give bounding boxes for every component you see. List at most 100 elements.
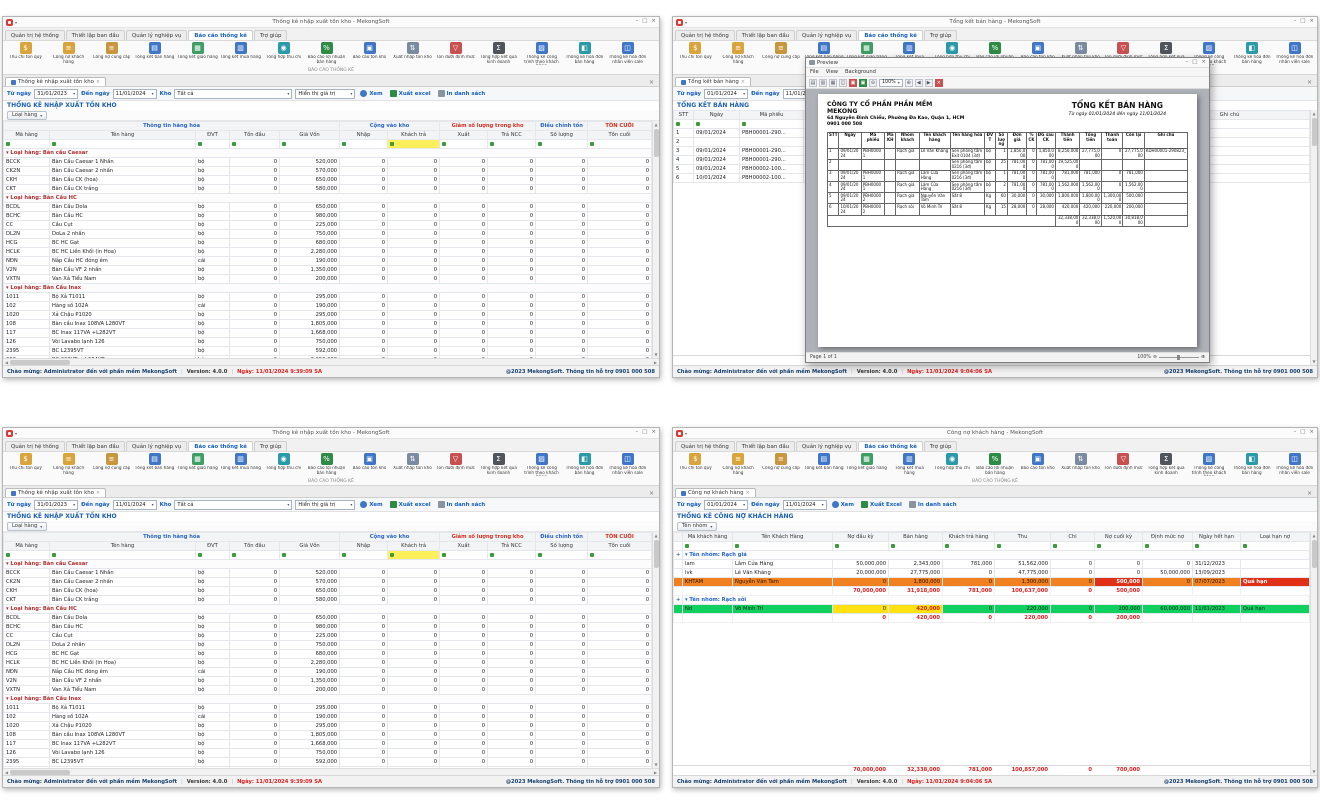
- filter-cell[interactable]: [440, 140, 488, 149]
- filter-cell[interactable]: [388, 140, 440, 149]
- toolbar-button[interactable]: ≡Công nợ cung cấp: [91, 42, 132, 68]
- column-header[interactable]: Tồn cuối: [588, 131, 652, 140]
- toolbar-button[interactable]: $Thu chi tồn quỹ: [675, 453, 716, 479]
- title-bar[interactable]: ▾ Thống kê nhập xuất tồn kho - MekongSof…: [3, 428, 659, 439]
- tabbar-close-icon[interactable]: ×: [1304, 490, 1315, 497]
- column-header[interactable]: Tên hàng: [50, 542, 196, 551]
- toolbar-button[interactable]: ▣Báo cáo tồn kho: [349, 453, 390, 479]
- minimize-button[interactable]: –: [1185, 60, 1188, 66]
- scroll-thumb[interactable]: [10, 770, 70, 775]
- group-row[interactable]: ▾ Loại hàng: Bàn Cầu Inax: [4, 284, 652, 293]
- export-excel-button[interactable]: Xuất Excel: [859, 501, 904, 508]
- table-row[interactable]: NĐNNắp Cầu HC đóng êmcái0190,000000000: [4, 668, 652, 677]
- menu-tab-2[interactable]: Thiết lập ban đầu: [66, 30, 125, 40]
- tab-close-icon[interactable]: ×: [746, 490, 750, 496]
- menu-tab-4[interactable]: Báo cáo thống kê: [858, 30, 923, 40]
- column-header[interactable]: Nợ cuối kỳ: [1095, 533, 1143, 542]
- menu-tab-4[interactable]: Báo cáo thống kê: [188, 30, 253, 40]
- first-page-icon[interactable]: ◀: [915, 79, 923, 87]
- group-row[interactable]: ▾ Tên nhóm: Rạch sỏi: [683, 596, 1310, 605]
- table-row[interactable]: DL2NDoLa 2 nhấnbộ0750,000000000: [4, 230, 652, 239]
- close-button[interactable]: ×: [1201, 60, 1206, 66]
- titlebar-caret-icon[interactable]: ▾: [685, 431, 687, 436]
- toolbar-button[interactable]: ≡Công nợ cung cấp: [761, 453, 802, 479]
- table-row[interactable]: NdVõ Minh Trí0420,0000220,0000200,00060,…: [674, 605, 1310, 614]
- toolbar-button[interactable]: ◧Thống kê hóa đơn bán hàng: [1231, 42, 1272, 68]
- toolbar-button[interactable]: ◫Thống kê hóa đơn nhân viên sale: [1274, 453, 1315, 479]
- toolbar-button[interactable]: ▣Báo cáo tồn kho: [349, 42, 390, 68]
- column-header[interactable]: Tồn đầu: [230, 131, 280, 140]
- toolbar-button[interactable]: $Thu chi tồn quỹ: [5, 453, 46, 479]
- table-row[interactable]: 102Hàng số 102Acái0190,000000000: [4, 302, 652, 311]
- filter-cell[interactable]: [1051, 542, 1095, 551]
- toolbar-button[interactable]: ▨Thống kê công trình theo khách hàng: [521, 453, 562, 479]
- title-bar[interactable]: ▾ Tổng kết bán hàng - MekongSoft – □ ×: [673, 17, 1317, 28]
- titlebar-caret-icon[interactable]: ▾: [685, 20, 687, 25]
- toolbar-button[interactable]: $Thu chi tồn quỹ: [5, 42, 46, 68]
- scroll-thumb[interactable]: [1312, 118, 1317, 146]
- table-row[interactable]: 126Vòi Lavabo lạnh 126bộ0750,000000000: [4, 749, 652, 758]
- maximize-button[interactable]: □: [642, 430, 647, 436]
- toolbar-button[interactable]: ΣTổng hợp kết quả kinh doanh: [478, 42, 519, 68]
- table-row[interactable]: 108Bàn cầu Inax 108VA L280VTbộ01,805,000…: [4, 731, 652, 740]
- scroll-right-icon[interactable]: ▶: [654, 770, 657, 775]
- document-tab[interactable]: Thống kê nhập xuất tồn kho ×: [5, 77, 106, 86]
- toolbar-button[interactable]: ▨Thống kê công trình theo khách hàng: [1189, 453, 1230, 479]
- column-header[interactable]: Nhập: [340, 131, 388, 140]
- minimize-button[interactable]: –: [1293, 430, 1296, 436]
- toolbar-button[interactable]: ΣTổng hợp kết quả kinh doanh: [478, 453, 519, 479]
- filter-cell[interactable]: [196, 140, 230, 149]
- filter-cell[interactable]: [50, 551, 196, 560]
- scale-icon[interactable]: ◫: [839, 79, 847, 87]
- table-row[interactable]: 2395BC L2395VTbộ0592,000000000: [4, 347, 652, 356]
- column-header[interactable]: Mã khách hàng: [683, 533, 733, 542]
- horizontal-scrollbar[interactable]: ◀▶: [3, 358, 659, 365]
- column-header[interactable]: Tên Khách Hàng: [733, 533, 833, 542]
- next-page-icon[interactable]: ▶: [925, 79, 933, 87]
- scroll-down-icon[interactable]: ▼: [654, 352, 657, 358]
- export-pdf-icon[interactable]: ▣: [849, 79, 857, 87]
- menu-tab-5[interactable]: Trợ giúp: [924, 441, 958, 451]
- group-row[interactable]: ▾ Loại hàng: Bàn Cầu HC: [4, 605, 652, 614]
- toolbar-button[interactable]: ▦Tổng kết giao hàng: [177, 453, 218, 479]
- zoom-in-icon[interactable]: ⊕: [1201, 355, 1205, 360]
- maximize-button[interactable]: □: [642, 19, 647, 25]
- table-row[interactable]: BCCKBàn Cầu Caesar 1 Nhấnbộ0520,00000000…: [4, 569, 652, 578]
- menu-background[interactable]: Background: [845, 69, 876, 75]
- scroll-up-icon[interactable]: ▲: [1312, 532, 1315, 538]
- column-header[interactable]: Giá Vốn: [280, 131, 340, 140]
- column-header[interactable]: Trả NCC: [488, 131, 536, 140]
- table-row[interactable]: HCGBC HC Gạtbộ0680,000000000: [4, 239, 652, 248]
- scroll-left-icon[interactable]: ◀: [5, 360, 8, 365]
- close-button[interactable]: ×: [1309, 19, 1314, 25]
- column-header[interactable]: Tên hàng: [50, 131, 196, 140]
- scroll-up-icon[interactable]: ▲: [1312, 110, 1315, 116]
- title-bar[interactable]: ▾ Công nợ khách hàng - MekongSoft – □ ×: [673, 428, 1317, 439]
- toolbar-button[interactable]: ΣTổng hợp kết quả kinh doanh: [1146, 453, 1187, 479]
- toolbar-button[interactable]: %Báo cáo lợi nhuận bán hàng: [975, 453, 1016, 479]
- toolbar-button[interactable]: ▦Tổng kết giao hàng: [177, 42, 218, 68]
- maximize-button[interactable]: □: [1300, 19, 1305, 25]
- table-row[interactable]: CK2NBàn Cầu Caesar 2 nhấnbộ0570,00000000…: [4, 578, 652, 587]
- table-row[interactable]: HCLKBC HC Liền Khối (in Hoa)bộ02,280,000…: [4, 659, 652, 668]
- scroll-down-icon[interactable]: ▼: [654, 762, 657, 768]
- column-header[interactable]: Bán hàng: [889, 533, 943, 542]
- group-row[interactable]: ▾ Loại hàng: Bàn Cầu HC: [4, 194, 652, 203]
- group-by-chip[interactable]: Loại hàng▾: [7, 522, 47, 531]
- expander-icon[interactable]: +: [674, 551, 683, 560]
- filter-cell[interactable]: [280, 551, 340, 560]
- group-by-chip[interactable]: Loại hàng▾: [7, 111, 47, 120]
- toolbar-button[interactable]: ▽Tồn dưới định mức: [1103, 453, 1144, 479]
- table-row[interactable]: BCCKBàn Cầu Caesar 1 Nhấnbộ0520,00000000…: [4, 158, 652, 167]
- zoom-in-icon[interactable]: ⊕: [905, 79, 913, 87]
- filter-cell[interactable]: [683, 542, 733, 551]
- menu-tab-3[interactable]: Quản lý nghiệp vụ: [126, 441, 187, 451]
- vertical-scrollbar[interactable]: ▲▼: [1310, 532, 1317, 775]
- column-header[interactable]: ĐVT: [196, 131, 230, 140]
- menu-tab-3[interactable]: Quản lý nghiệp vụ: [796, 441, 857, 451]
- menu-tab-5[interactable]: Trợ giúp: [254, 30, 288, 40]
- menu-tab-1[interactable]: Quản trị hệ thống: [5, 30, 65, 40]
- column-header[interactable]: Ngày hết hạn: [1193, 533, 1241, 542]
- toolbar-button[interactable]: ⇅Xuất nhập tồn kho: [392, 42, 433, 68]
- document-tab[interactable]: Thống kê nhập xuất tồn kho ×: [5, 488, 106, 497]
